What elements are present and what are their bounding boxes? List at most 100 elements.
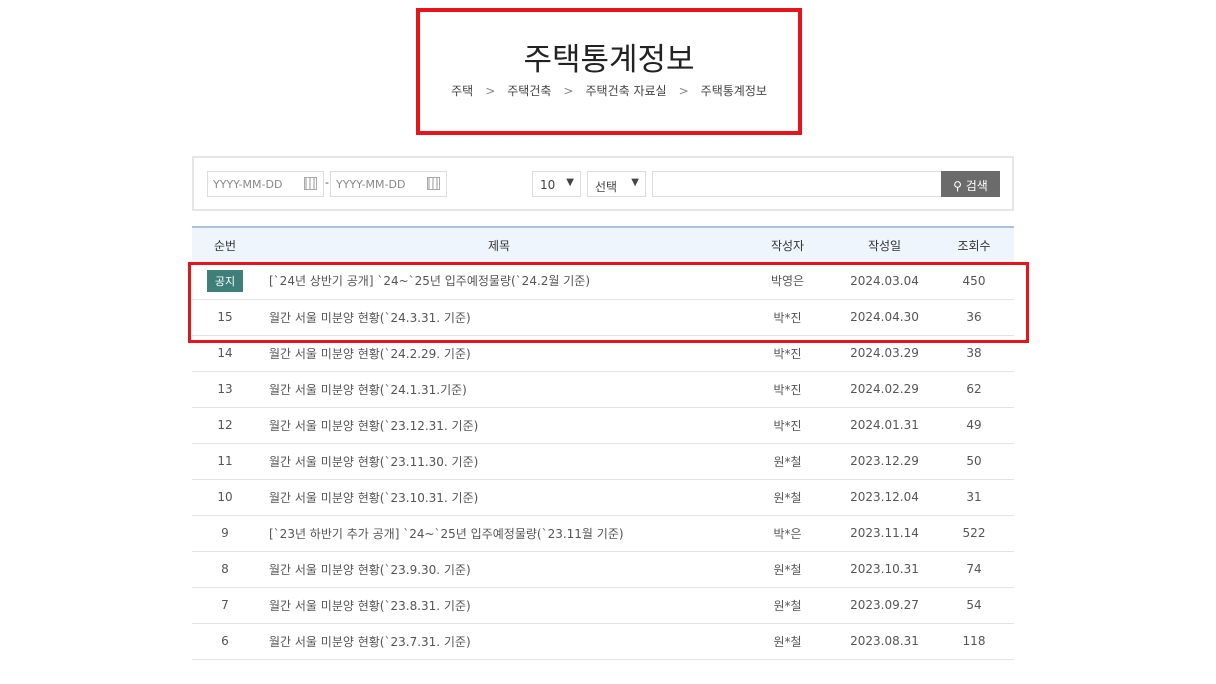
search-icon: ⚲ — [953, 179, 966, 193]
row-date: 2023.09.27 — [835, 587, 934, 624]
row-title-link[interactable]: [`23년 하반기 추가 공개] `24~`25년 입주예정물량(`23.11월… — [258, 515, 740, 552]
chevron-down-icon: ▼ — [631, 177, 639, 188]
row-number: 7 — [192, 587, 258, 624]
row-author: 원*철 — [740, 443, 835, 480]
breadcrumb-separator: > — [485, 84, 496, 98]
row-number: 6 — [192, 623, 258, 660]
breadcrumb-item[interactable]: 주택건축 자료실 — [585, 84, 666, 98]
table-row[interactable]: 13 월간 서울 미분양 현황(`24.1.31.기준) 박*진 2024.02.29… — [192, 371, 1014, 408]
search-input[interactable] — [652, 171, 942, 197]
date-to-input[interactable]: YYYY-MM-DD — [330, 171, 447, 197]
date-from-input[interactable]: YYYY-MM-DD — [207, 171, 324, 197]
table-row[interactable]: 10 월간 서울 미분양 현황(`23.10.31. 기준) 원*철 2023.12.… — [192, 479, 1014, 516]
post-table: 순번 제목 작성자 작성일 조회수 공지 [`24년 상반기 공개] `24~`2… — [192, 226, 1014, 660]
row-number: 14 — [192, 335, 258, 372]
row-views: 118 — [934, 623, 1014, 660]
page-size-select[interactable]: 10 ▼ — [532, 171, 581, 197]
table-row[interactable]: 8 월간 서울 미분양 현황(`23.9.30. 기준) 원*철 2023.10.31… — [192, 551, 1014, 588]
search-field-value: 선택 — [595, 180, 618, 194]
breadcrumb-item[interactable]: 주택 — [451, 84, 473, 98]
date-separator: - — [325, 176, 329, 189]
table-row[interactable]: 11 월간 서울 미분양 현황(`23.11.30. 기준) 원*철 2023.12.… — [192, 443, 1014, 480]
row-views: 36 — [934, 299, 1014, 336]
row-title-link[interactable]: 월간 서울 미분양 현황(`23.10.31. 기준) — [258, 479, 740, 516]
row-date: 2024.03.04 — [835, 263, 934, 300]
col-views: 조회수 — [957, 239, 991, 253]
col-title: 제목 — [487, 239, 511, 253]
row-title-link[interactable]: 월간 서울 미분양 현황(`23.9.30. 기준) — [258, 551, 740, 588]
row-author: 원*철 — [740, 587, 835, 624]
breadcrumb-item[interactable]: 주택통계정보 — [701, 84, 767, 98]
row-views: 31 — [934, 479, 1014, 516]
breadcrumb-item[interactable]: 주택건축 — [507, 84, 551, 98]
row-views: 450 — [934, 263, 1014, 300]
row-views: 38 — [934, 335, 1014, 372]
page-title: 주택통계정보 — [523, 42, 695, 78]
row-views: 49 — [934, 407, 1014, 444]
table-row[interactable]: 15 월간 서울 미분양 현황(`24.3.31. 기준) 박*진 2024.04.3… — [192, 299, 1014, 336]
breadcrumb-separator: > — [678, 84, 689, 98]
col-number: 순번 — [213, 239, 237, 253]
row-number: 12 — [192, 407, 258, 444]
row-date: 2024.02.29 — [835, 371, 934, 408]
notice-row[interactable]: 공지 [`24년 상반기 공개] `24~`25년 입주예정물량(`24.2월 기… — [192, 263, 1014, 300]
row-number: 15 — [192, 299, 258, 336]
page-size-value: 10 — [540, 178, 556, 192]
row-author: 박*진 — [740, 371, 835, 408]
search-button-label: 검색 — [965, 179, 988, 193]
row-date: 2024.03.29 — [835, 335, 934, 372]
row-author: 박*은 — [740, 515, 835, 552]
row-number: 13 — [192, 371, 258, 408]
row-views: 522 — [934, 515, 1014, 552]
notice-badge: 공지 — [206, 269, 244, 292]
row-author: 원*철 — [740, 479, 835, 516]
table-row[interactable]: 9 [`23년 하반기 추가 공개] `24~`25년 입주예정물량(`23.11… — [192, 515, 1014, 552]
chevron-down-icon: ▼ — [566, 177, 574, 188]
row-date: 2023.11.14 — [835, 515, 934, 552]
row-views: 50 — [934, 443, 1014, 480]
table-row[interactable]: 12 월간 서울 미분양 현황(`23.12.31. 기준) 박*진 2024.01.… — [192, 407, 1014, 444]
col-author: 작성자 — [770, 239, 805, 253]
table-row[interactable]: 7 월간 서울 미분양 현황(`23.8.31. 기준) 원*철 2023.09.27… — [192, 587, 1014, 624]
row-number: 8 — [192, 551, 258, 588]
breadcrumb-separator: > — [563, 84, 574, 98]
row-title-link[interactable]: 월간 서울 미분양 현황(`23.8.31. 기준) — [258, 587, 740, 624]
row-title-link[interactable]: 월간 서울 미분양 현황(`24.3.31. 기준) — [258, 299, 740, 336]
row-date: 2023.12.29 — [835, 443, 934, 480]
row-author: 원*철 — [740, 551, 835, 588]
search-field-select[interactable]: 선택 ▼ — [587, 171, 646, 197]
row-title-link[interactable]: 월간 서울 미분양 현황(`23.7.31. 기준) — [258, 623, 740, 660]
row-views: 54 — [934, 587, 1014, 624]
calendar-icon[interactable] — [304, 177, 317, 190]
row-author: 박*진 — [740, 407, 835, 444]
row-number: 11 — [192, 443, 258, 480]
date-to-placeholder: YYYY-MM-DD — [336, 178, 406, 191]
col-date: 작성일 — [867, 239, 902, 253]
row-title-link[interactable]: [`24년 상반기 공개] `24~`25년 입주예정물량(`24.2월 기준) — [258, 263, 740, 300]
table-header: 순번 제목 작성자 작성일 조회수 — [192, 227, 1014, 263]
table-row[interactable]: 14 월간 서울 미분양 현황(`24.2.29. 기준) 박*진 2024.03.2… — [192, 335, 1014, 372]
row-author: 박*진 — [740, 299, 835, 336]
breadcrumb: 주택 > 주택건축 > 주택건축 자료실 > 주택통계정보 — [420, 82, 798, 99]
row-author: 박*진 — [740, 335, 835, 372]
row-title-link[interactable]: 월간 서울 미분양 현황(`24.1.31.기준) — [258, 371, 740, 408]
row-author: 박영은 — [740, 263, 835, 300]
row-views: 74 — [934, 551, 1014, 588]
search-button[interactable]: ⚲ 검색 — [941, 171, 1000, 197]
row-date: 2023.10.31 — [835, 551, 934, 588]
search-panel: YYYY-MM-DD - YYYY-MM-DD 10 ▼ 선택 ▼ ⚲ 검색 — [192, 156, 1014, 211]
row-date: 2024.04.30 — [835, 299, 934, 336]
calendar-icon[interactable] — [427, 177, 440, 190]
row-views: 62 — [934, 371, 1014, 408]
page-title-box: 주택통계정보 주택 > 주택건축 > 주택건축 자료실 > 주택통계정보 — [416, 8, 802, 135]
row-number: 10 — [192, 479, 258, 516]
row-number: 공지 — [192, 263, 258, 300]
row-date: 2023.08.31 — [835, 623, 934, 660]
row-title-link[interactable]: 월간 서울 미분양 현황(`23.12.31. 기준) — [258, 407, 740, 444]
table-row[interactable]: 6 월간 서울 미분양 현황(`23.7.31. 기준) 원*철 2023.08.31… — [192, 623, 1014, 660]
row-date: 2024.01.31 — [835, 407, 934, 444]
row-author: 원*철 — [740, 623, 835, 660]
row-title-link[interactable]: 월간 서울 미분양 현황(`23.11.30. 기준) — [258, 443, 740, 480]
date-from-placeholder: YYYY-MM-DD — [213, 178, 283, 191]
row-title-link[interactable]: 월간 서울 미분양 현황(`24.2.29. 기준) — [258, 335, 740, 372]
